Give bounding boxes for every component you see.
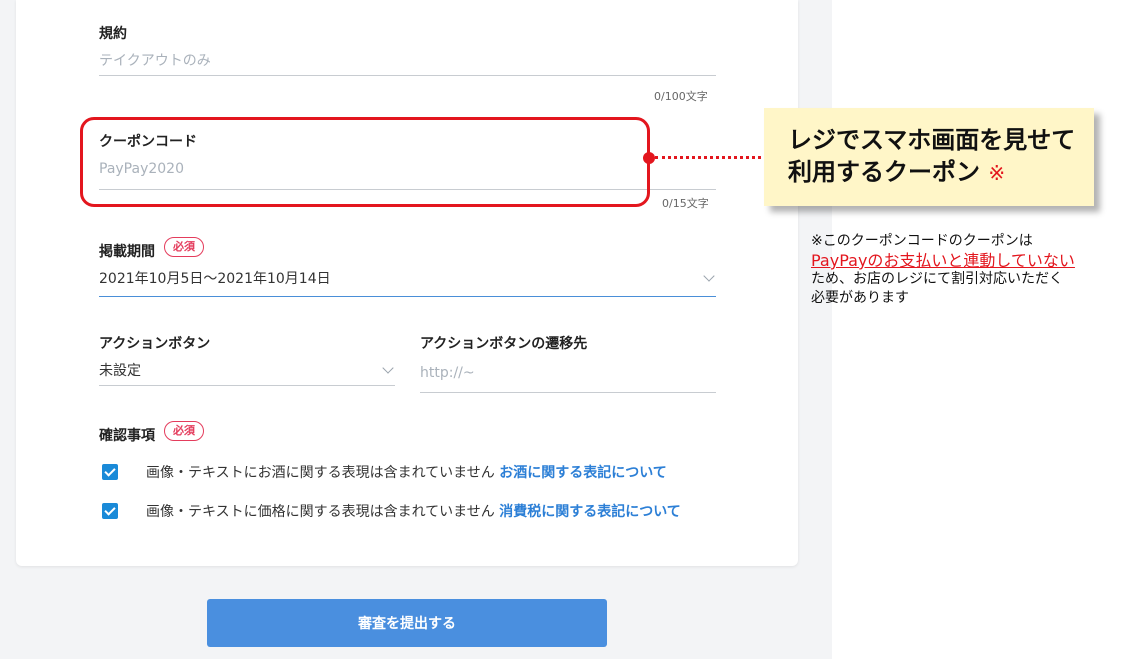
- note-line-2: ため、お店のレジにて割引対応いただく: [811, 271, 1063, 287]
- action-target-underline: [420, 392, 716, 393]
- terms-underline: [99, 75, 716, 76]
- alcohol-guideline-link[interactable]: お酒に関する表記について: [499, 465, 667, 481]
- submit-review-button[interactable]: 審査を提出する: [207, 599, 607, 647]
- price-confirm-text: 画像・テキストに価格に関する表現は含まれていません: [146, 504, 495, 520]
- confirm-label: 確認事項: [99, 428, 155, 444]
- terms-label: 規約: [99, 26, 127, 42]
- note-line-1: ※このクーポンコードのクーポンは: [811, 233, 1033, 249]
- callout-line-2-text: 利用するクーポン: [788, 158, 980, 186]
- callout-line-2: 利用するクーポン ※: [788, 156, 1094, 189]
- confirm-required-badge: 必須: [164, 421, 204, 441]
- callout-box: レジでスマホ画面を見せて 利用するクーポン ※: [764, 108, 1094, 206]
- annotation-note: ※このクーポンコードのクーポンは PayPayのお支払いと連動していない ため、…: [811, 232, 1111, 308]
- action-button-underline: [99, 385, 395, 386]
- callout-line-1: レジでスマホ画面を見せて: [788, 126, 1076, 154]
- action-target-label: アクションボタンの遷移先: [420, 336, 588, 352]
- pointer-dot: [643, 152, 655, 164]
- period-label: 掲載期間: [99, 244, 155, 260]
- alcohol-checkbox[interactable]: [102, 464, 118, 480]
- action-target-input[interactable]: http://~: [420, 365, 475, 381]
- tax-guideline-link[interactable]: 消費税に関する表記について: [499, 504, 681, 520]
- action-button-label: アクションボタン: [99, 336, 211, 352]
- price-confirm-row: 画像・テキストに価格に関する表現は含まれていません 消費税に関する表記について: [146, 501, 681, 521]
- alcohol-confirm-row: 画像・テキストにお酒に関する表現は含まれていません お酒に関する表記について: [146, 462, 667, 482]
- note-line-3: 必要があります: [811, 290, 909, 306]
- terms-input[interactable]: テイクアウトのみ: [99, 50, 211, 70]
- coupon-code-highlight-box: [80, 117, 650, 207]
- price-checkbox[interactable]: [102, 503, 118, 519]
- coupon-code-counter: 0/15文字: [662, 197, 709, 210]
- alcohol-confirm-text: 画像・テキストにお酒に関する表現は含まれていません: [146, 465, 495, 481]
- action-button-select[interactable]: 未設定: [99, 360, 141, 380]
- period-required-badge: 必須: [164, 237, 204, 257]
- note-highlight: PayPayのお支払いと連動していない: [811, 251, 1075, 270]
- pointer-dotted-line: [655, 156, 767, 159]
- callout-asterisk-mark: ※: [988, 161, 1006, 185]
- period-select[interactable]: 2021年10月5日～2021年10月14日: [99, 268, 331, 288]
- period-underline: [99, 296, 716, 297]
- terms-counter: 0/100文字: [654, 90, 708, 103]
